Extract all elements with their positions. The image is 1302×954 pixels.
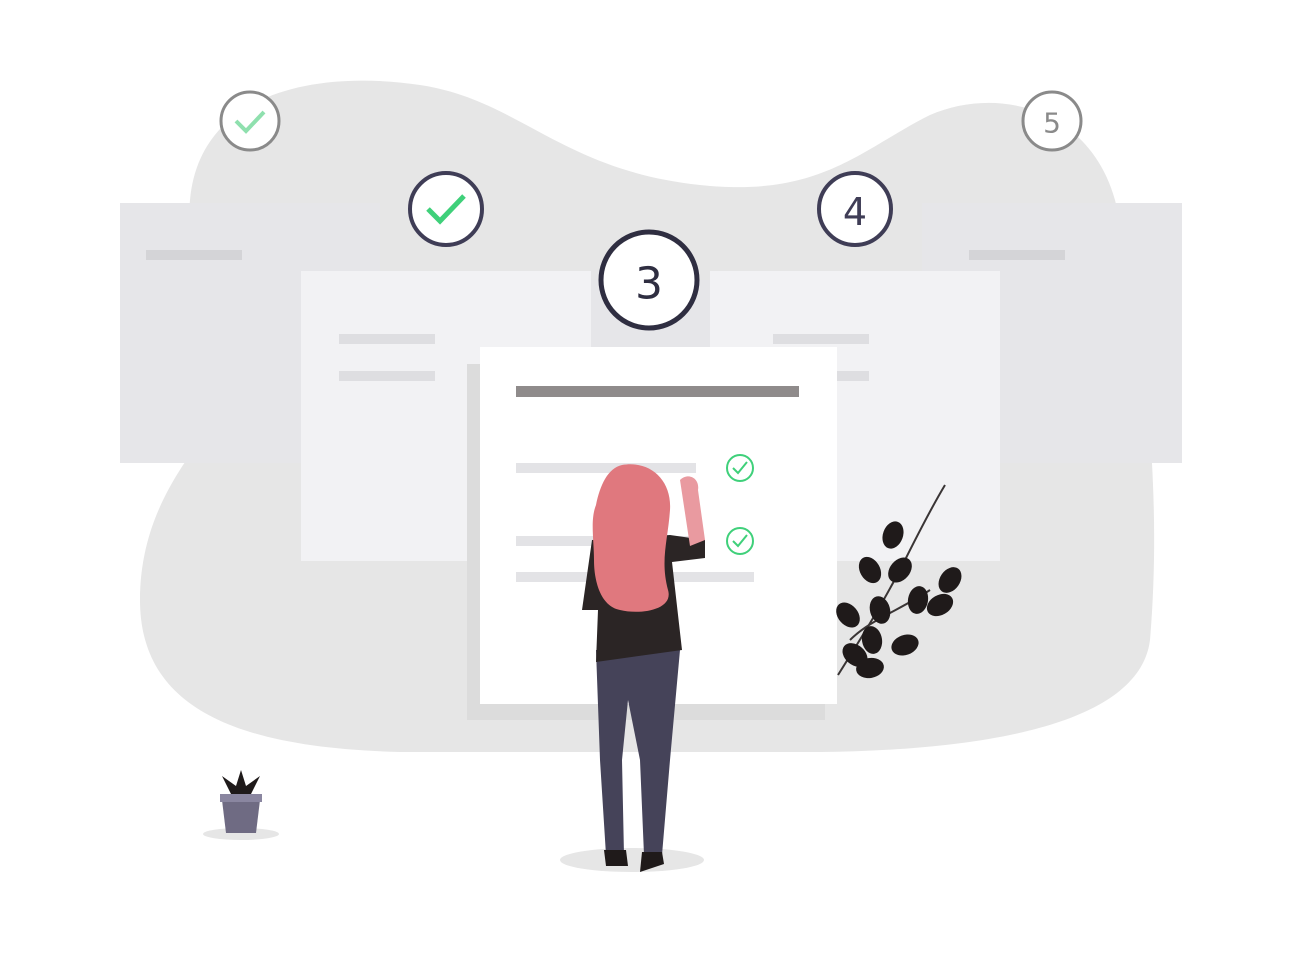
step-2-indicator[interactable] [408,171,484,247]
step-1-indicator[interactable] [219,90,281,152]
step-4-indicator[interactable]: 4 [817,171,893,247]
step-5-indicator[interactable]: 5 [1021,90,1083,152]
step-5-number: 5 [1043,107,1061,140]
pot-icon [203,770,279,840]
step-4-number: 4 [843,190,867,234]
card-title-bar [516,386,799,397]
card-line [339,334,435,344]
card-line [146,250,242,260]
card-line [969,250,1065,260]
card-line [339,371,435,381]
card-line [516,463,696,473]
step-3-indicator[interactable]: 3 [598,229,700,331]
card-line [773,334,869,344]
step-3-number: 3 [635,259,663,310]
onboarding-steps-illustration: 3 4 5 [120,80,1182,872]
